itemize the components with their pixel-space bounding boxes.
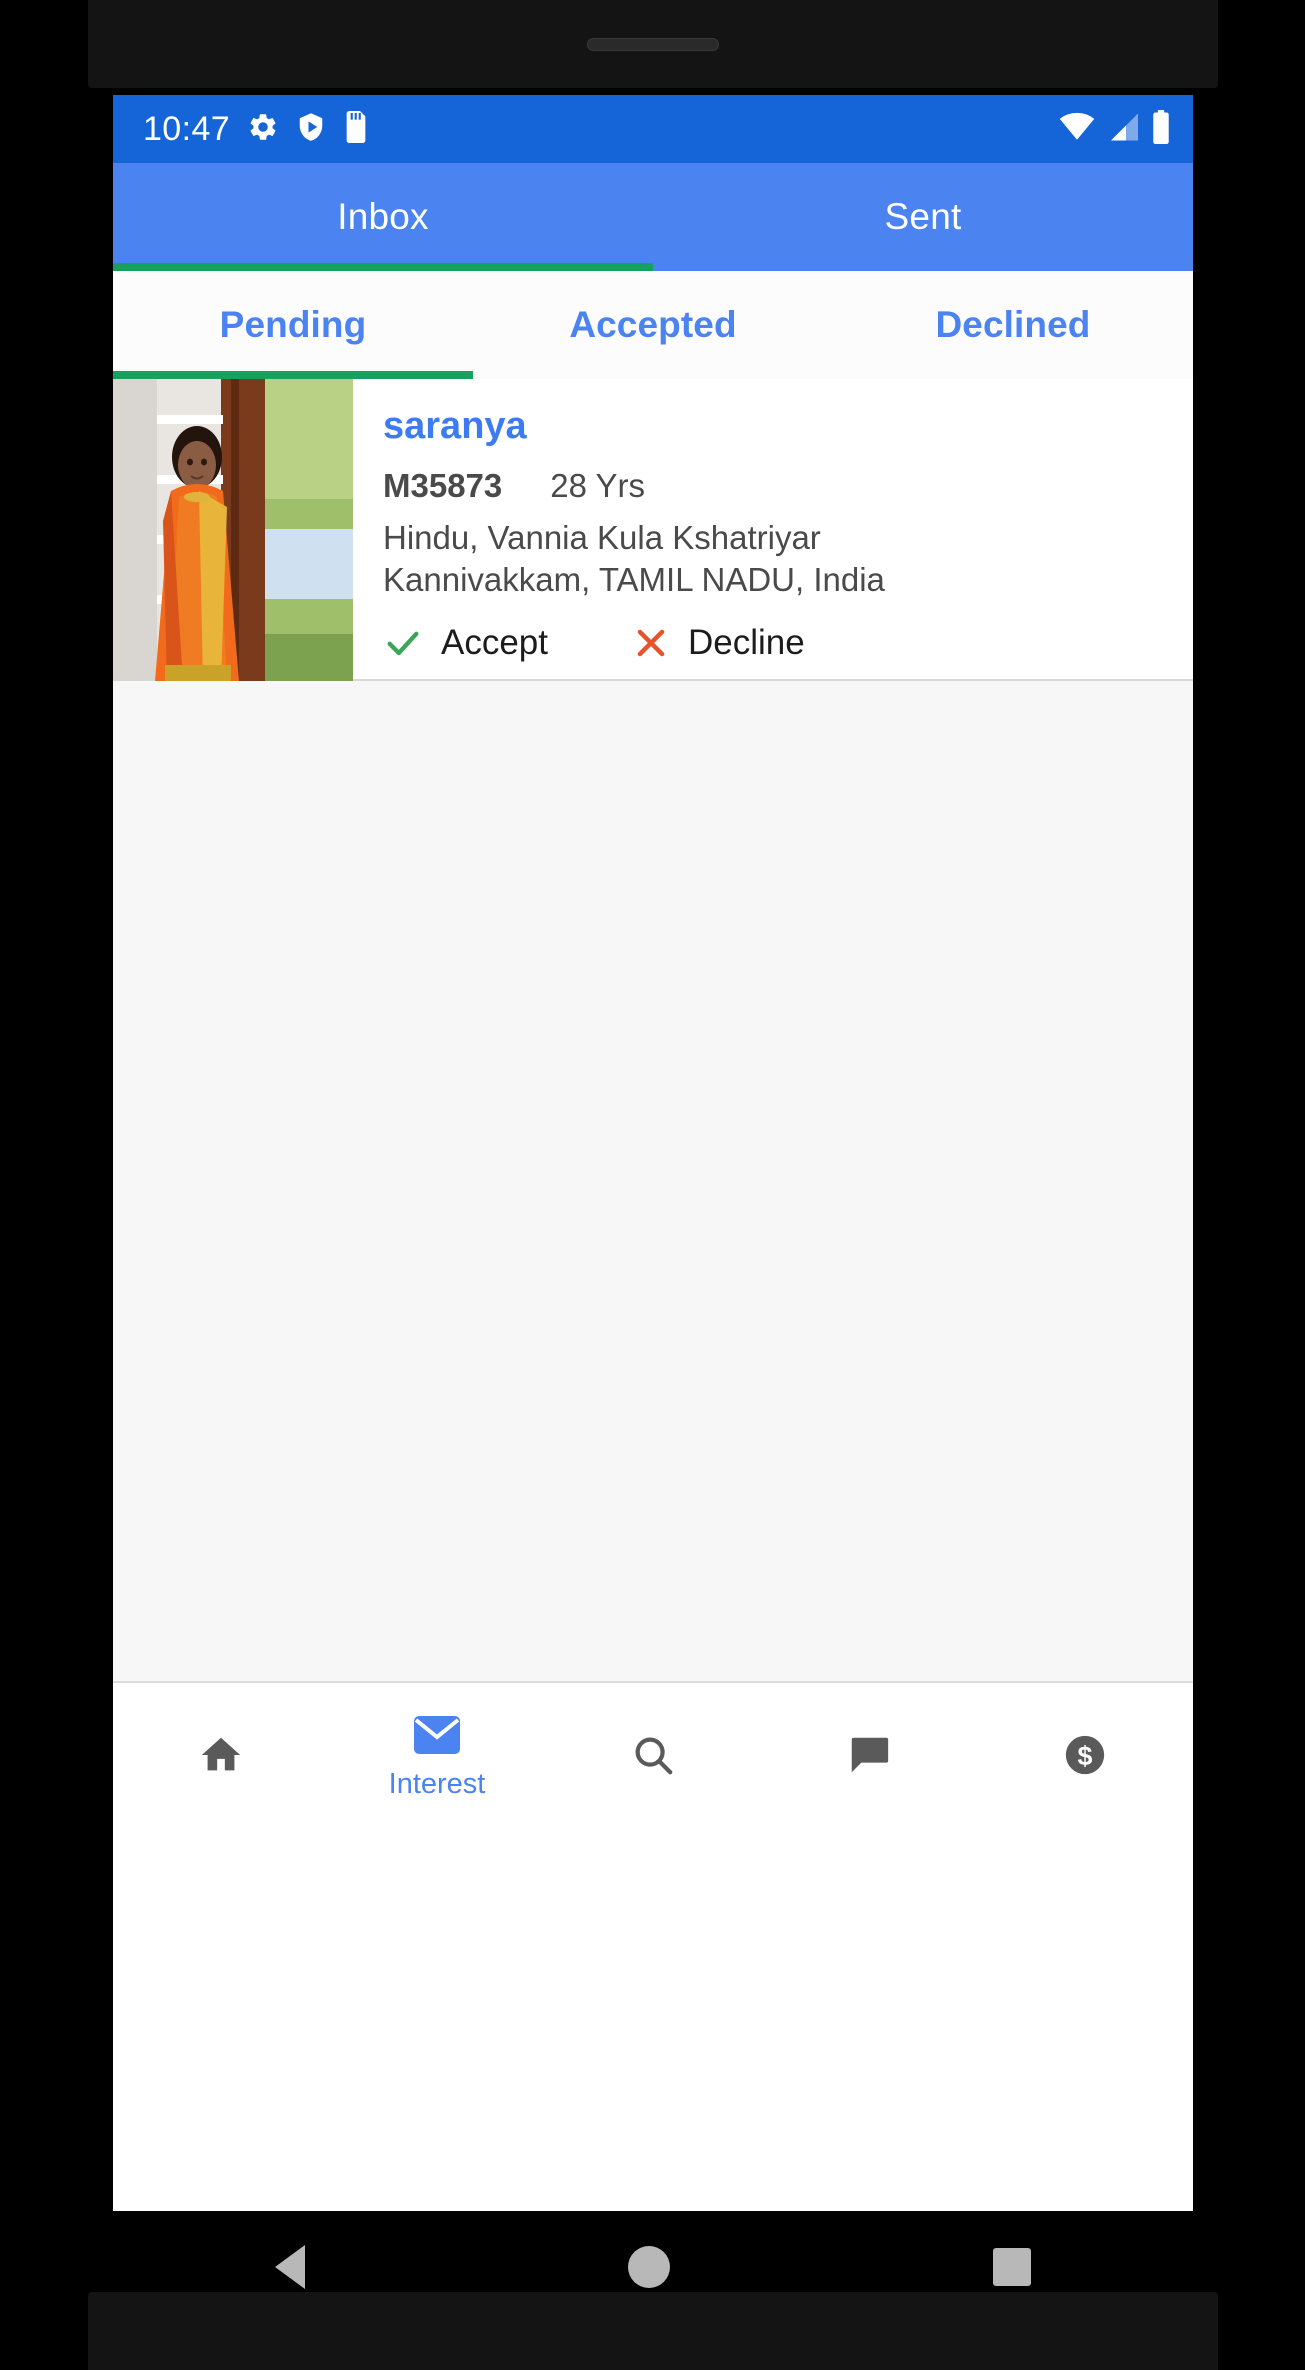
profile-location: Kannivakkam, TAMIL NADU, India [383,561,885,599]
profile-details: saranya M35873 28 Yrs Hindu, Vannia Kula… [353,379,1193,679]
phone-top-bezel [88,0,1218,88]
status-bar: 10:47 [113,95,1193,163]
status-clock: 10:47 [143,110,231,148]
profile-id: M35873 [383,467,503,504]
cellular-signal-icon [1106,112,1140,147]
nav-item-interest[interactable]: Interest [329,1683,545,1831]
tab-sent[interactable]: Sent [653,163,1193,271]
nav-item-interest-label: Interest [388,1768,486,1800]
mail-envelope-icon [413,1715,461,1760]
tab-inbox[interactable]: Inbox [113,163,653,271]
chat-bubble-icon [846,1732,892,1783]
back-button[interactable] [274,2245,305,2289]
battery-icon [1151,109,1171,149]
profile-id-row: M35873 28 Yrs [383,467,1169,505]
nav-item-home[interactable] [113,1683,329,1831]
primary-tab-indicator [113,263,653,271]
tab-pending[interactable]: Pending [113,271,473,379]
close-x-icon [632,624,670,662]
wifi-icon [1059,112,1095,147]
recents-button[interactable] [993,2248,1032,2286]
status-bar-right [1059,109,1171,149]
home-button[interactable] [627,2246,670,2288]
profile-religion-caste: Hindu, Vannia Kula Kshatriyar [383,519,821,556]
device-frame: 10:47 Inbox Sent Pending Accepted Declin… [0,0,1305,2370]
list-item[interactable]: saranya M35873 28 Yrs Hindu, Vannia Kula… [113,379,1193,681]
phone-bottom-bezel [88,2292,1218,2370]
search-icon [630,1732,676,1783]
secondary-tab-bar: Pending Accepted Declined [113,271,1193,379]
status-bar-left: 10:47 [143,110,369,148]
bottom-navigation-bar: Interest $ [113,1681,1193,1831]
nav-item-payments[interactable]: $ [977,1683,1193,1831]
profile-photo[interactable] [113,379,353,681]
decline-label: Decline [688,623,805,663]
primary-tab-bar: Inbox Sent [113,163,1193,271]
secondary-tab-indicator [113,371,473,379]
home-icon [198,1732,244,1783]
tab-accepted[interactable]: Accepted [473,271,833,379]
gear-icon [247,111,279,148]
accept-label: Accept [441,623,548,663]
play-protect-shield-icon [296,111,326,148]
nav-item-search[interactable] [545,1683,761,1831]
dollar-coin-icon: $ [1062,1732,1108,1783]
profile-age: 28 Yrs [550,467,646,504]
decline-button[interactable]: Decline [632,623,805,663]
earpiece-speaker [587,38,719,51]
interest-list: saranya M35873 28 Yrs Hindu, Vannia Kula… [113,379,1193,1681]
profile-name[interactable]: saranya [383,407,1169,445]
check-icon [383,623,423,663]
tab-declined[interactable]: Declined [833,271,1193,379]
accept-button[interactable]: Accept [383,623,548,663]
card-action-row: Accept Decline [383,623,1169,663]
sd-card-icon [343,110,369,148]
phone-screen: 10:47 Inbox Sent Pending Accepted Declin… [113,95,1193,2211]
nav-item-chat[interactable] [761,1683,977,1831]
svg-text:$: $ [1078,1740,1093,1770]
